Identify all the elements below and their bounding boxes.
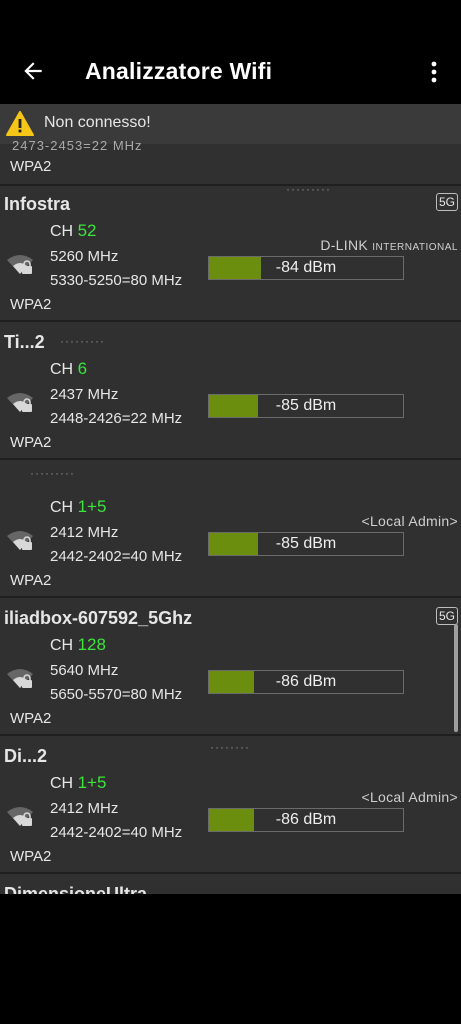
bottom-blank-area bbox=[0, 894, 461, 1024]
security-type: WPA2 bbox=[10, 848, 52, 865]
channel-label: CH 52 bbox=[50, 221, 96, 241]
signal-meter: -84 dBm bbox=[208, 256, 404, 280]
channel-label: CH 6 bbox=[50, 359, 87, 379]
frequency: 5260 MHz bbox=[50, 248, 119, 265]
wifi-lock-icon bbox=[7, 531, 33, 550]
frequency-range: 5650-5570=80 MHz bbox=[50, 686, 183, 703]
redacted-mark: ········· bbox=[60, 334, 105, 348]
frequency-range: 2442-2402=40 MHz bbox=[50, 824, 183, 841]
security-type: WPA2 bbox=[10, 434, 52, 451]
wifi-lock-icon bbox=[7, 255, 33, 274]
content-area[interactable]: Non connesso! 2473-2453=22 MHz WPA2 Info… bbox=[0, 104, 461, 894]
page-title: Analizzatore Wifi bbox=[85, 58, 273, 84]
redacted-mark: ········ bbox=[210, 740, 250, 754]
redacted-mark: ········· bbox=[286, 182, 331, 196]
wifi-lock-icon bbox=[7, 669, 33, 688]
security-type: WPA2 bbox=[10, 710, 52, 727]
network-ssid: Di...2 bbox=[4, 746, 48, 766]
channel-label: CH 1+5 bbox=[50, 497, 106, 517]
frequency: 2437 MHz bbox=[50, 386, 119, 403]
app-bar: Analizzatore Wifi bbox=[0, 0, 461, 104]
frequency: 5640 MHz bbox=[50, 662, 119, 679]
vendor-name: <Local Admin> bbox=[361, 789, 458, 805]
frequency: 2412 MHz bbox=[50, 800, 119, 817]
channel-prefix: CH bbox=[50, 223, 74, 240]
channel-prefix: CH bbox=[50, 361, 74, 378]
frequency: 2412 MHz bbox=[50, 524, 119, 541]
signal-strength: -86 dBm bbox=[275, 673, 337, 690]
vendor-suffix: INTERNATIONAL bbox=[372, 242, 458, 253]
channel-label: CH 128 bbox=[50, 635, 106, 655]
vendor-label: <Local Admin> bbox=[361, 789, 458, 805]
network-ssid: iliadbox-607592_5Ghz bbox=[4, 608, 193, 628]
channel-prefix: CH bbox=[50, 637, 74, 654]
signal-strength: -84 dBm bbox=[275, 259, 337, 276]
warning-icon bbox=[6, 111, 34, 136]
signal-meter: -85 dBm bbox=[208, 394, 404, 418]
network-card[interactable]: ········· CH 1+5 <Local Admin> 2412 MHz … bbox=[0, 460, 461, 598]
vendor-label: <Local Admin> bbox=[361, 513, 458, 529]
vendor-name: <Local Admin> bbox=[361, 513, 458, 529]
channel-number: 128 bbox=[77, 635, 106, 654]
network-card[interactable]: Ti...2 ········· CH 6 2437 MHz 2448-2426… bbox=[0, 322, 461, 460]
frequency-range: 5330-5250=80 MHz bbox=[50, 272, 183, 289]
band-badge: 5G bbox=[436, 607, 458, 625]
back-arrow-icon[interactable] bbox=[20, 58, 46, 84]
redacted-mark: ········· bbox=[30, 466, 75, 480]
channel-number: 1+5 bbox=[77, 773, 107, 792]
signal-strength: -85 dBm bbox=[275, 397, 337, 414]
channel-number: 6 bbox=[77, 359, 88, 378]
channel-number: 1+5 bbox=[77, 497, 107, 516]
scrollbar[interactable] bbox=[454, 624, 458, 732]
channel-prefix: CH bbox=[50, 499, 74, 516]
security-type: WPA2 bbox=[10, 572, 52, 589]
vendor-label: D-LINK INTERNATIONAL bbox=[320, 237, 458, 253]
frequency-range: 2448-2426=22 MHz bbox=[50, 410, 183, 427]
network-card[interactable]: iliadbox-607592_5Ghz 5G CH 128 5640 MHz … bbox=[0, 598, 461, 736]
wifi-lock-icon bbox=[7, 393, 33, 412]
partial-range: 2473-2453=22 MHz bbox=[12, 138, 143, 153]
security-type: WPA2 bbox=[10, 296, 52, 313]
network-ssid: Ti...2 bbox=[4, 332, 45, 352]
signal-meter: -86 dBm bbox=[208, 808, 404, 832]
signal-strength: -86 dBm bbox=[275, 811, 337, 828]
channel-label: CH 1+5 bbox=[50, 773, 106, 793]
more-options-icon[interactable] bbox=[426, 60, 442, 84]
network-card[interactable]: Infostra ········· 5G CH 52 D-LINK INTER… bbox=[0, 182, 461, 322]
channel-prefix: CH bbox=[50, 775, 74, 792]
list-item-partial[interactable]: 2473-2453=22 MHz WPA2 bbox=[0, 138, 461, 186]
network-ssid: Infostra bbox=[4, 194, 71, 214]
vendor-name: D-LINK bbox=[320, 237, 369, 253]
channel-number: 52 bbox=[77, 221, 97, 240]
list-item-partial[interactable]: DimensioneUltra bbox=[0, 874, 461, 894]
band-badge: 5G bbox=[436, 193, 458, 211]
signal-meter: -85 dBm bbox=[208, 532, 404, 556]
partial-security: WPA2 bbox=[10, 158, 52, 175]
frequency-range: 2442-2402=40 MHz bbox=[50, 548, 183, 565]
network-card[interactable]: Di...2 ········ CH 1+5 <Local Admin> 241… bbox=[0, 736, 461, 874]
status-text: Non connesso! bbox=[44, 114, 151, 131]
wifi-lock-icon bbox=[7, 807, 33, 826]
network-ssid: DimensioneUltra bbox=[4, 884, 148, 894]
signal-strength: -85 dBm bbox=[275, 535, 337, 552]
signal-meter: -86 dBm bbox=[208, 670, 404, 694]
